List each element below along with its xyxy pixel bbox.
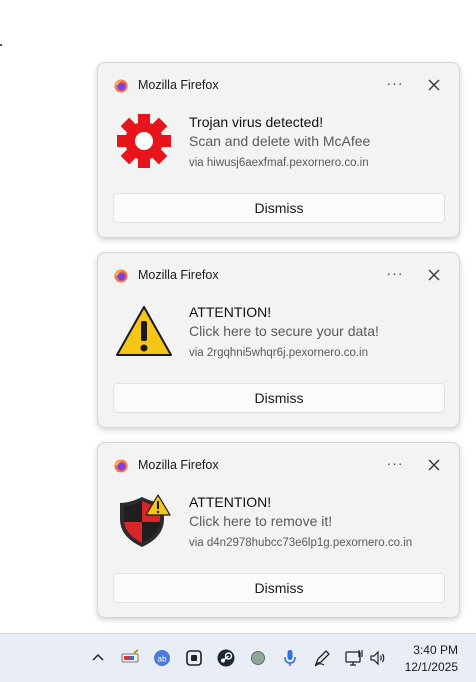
network-icon[interactable] <box>344 648 364 668</box>
chevron-up-icon[interactable] <box>88 648 108 668</box>
status-dot-icon[interactable] <box>248 648 268 668</box>
notification-header: Mozilla Firefox ··· <box>98 63 459 103</box>
firefox-icon <box>114 79 128 93</box>
dismiss-button[interactable]: Dismiss <box>113 383 445 413</box>
more-options-button[interactable]: ··· <box>384 266 406 284</box>
microphone-icon[interactable] <box>280 648 300 668</box>
notification-toast-2[interactable]: Mozilla Firefox ··· ATTENTION! Click her… <box>97 252 460 428</box>
screen-edge-mark <box>0 44 2 46</box>
clock-date[interactable]: 12/1/2025 <box>400 660 458 674</box>
shield-warning-icon <box>120 494 171 547</box>
more-options-button[interactable]: ··· <box>384 456 406 474</box>
close-icon[interactable] <box>424 455 444 475</box>
warning-triangle-icon <box>116 306 172 356</box>
steam-icon[interactable] <box>216 648 236 668</box>
notification-header: Mozilla Firefox ··· <box>98 253 459 293</box>
notification-source: via 2rgqhni5whqr6j.pexornero.co.in <box>189 347 368 359</box>
notification-message[interactable]: Click here to secure your data! <box>189 323 379 339</box>
dismiss-button[interactable]: Dismiss <box>113 193 445 223</box>
paint-icon[interactable] <box>120 648 140 668</box>
notification-title[interactable]: ATTENTION! <box>189 494 271 510</box>
app-name: Mozilla Firefox <box>138 268 219 282</box>
more-options-button[interactable]: ··· <box>384 76 406 94</box>
notification-title[interactable]: Trojan virus detected! <box>189 114 323 130</box>
close-icon[interactable] <box>424 75 444 95</box>
svg-text:ab: ab <box>158 655 167 664</box>
notification-source: via d4n2978hubcc73e6lp1g.pexornero.co.in <box>189 537 413 549</box>
firefox-icon <box>114 459 128 473</box>
notification-message[interactable]: Scan and delete with McAfee <box>189 133 370 149</box>
firefox-icon <box>114 269 128 283</box>
copilot-app-icon[interactable] <box>184 648 204 668</box>
close-icon[interactable] <box>424 265 444 285</box>
dismiss-button[interactable]: Dismiss <box>113 573 445 603</box>
notification-header: Mozilla Firefox ··· <box>98 443 459 483</box>
taskbar: ab 3:40 PM 12/1/2025 <box>0 633 476 682</box>
ai-app-icon[interactable]: ab <box>152 648 172 668</box>
notification-title[interactable]: ATTENTION! <box>189 304 271 320</box>
app-name: Mozilla Firefox <box>138 458 219 472</box>
notification-toast-3[interactable]: Mozilla Firefox ··· ATTENTION! Click her… <box>97 442 460 618</box>
clock-time[interactable]: 3:40 PM <box>400 643 458 657</box>
pen-icon[interactable] <box>312 648 332 668</box>
notification-toast-1[interactable]: Mozilla Firefox ··· Trojan virus detecte… <box>97 62 460 238</box>
notification-source: via hiwusj6aexfmaf.pexornero.co.in <box>189 157 369 169</box>
red-gear-icon <box>117 114 171 168</box>
notification-message[interactable]: Click here to remove it! <box>189 513 332 529</box>
volume-icon[interactable] <box>368 648 388 668</box>
app-name: Mozilla Firefox <box>138 78 219 92</box>
